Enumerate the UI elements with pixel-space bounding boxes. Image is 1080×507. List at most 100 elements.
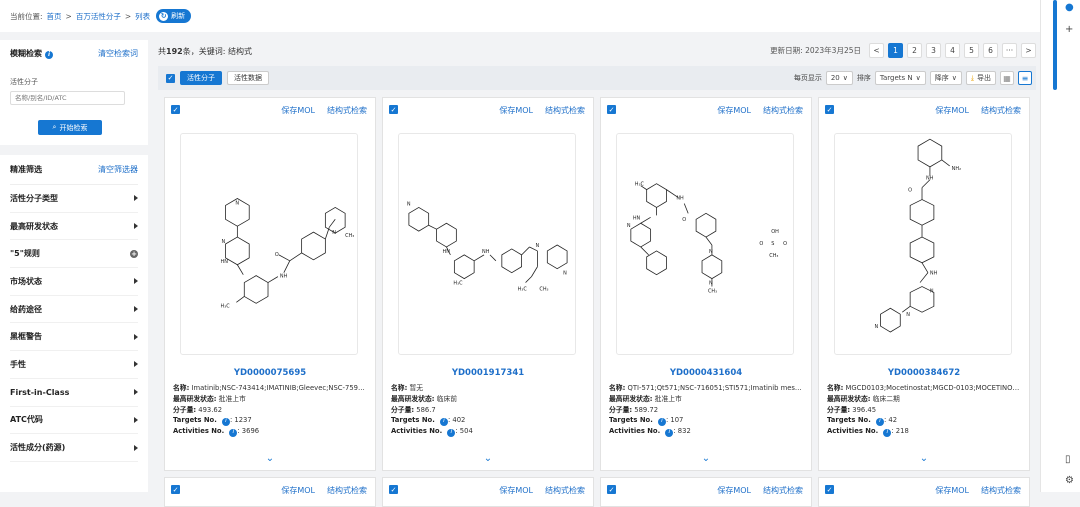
svg-text:CH₃: CH₃ xyxy=(345,233,354,239)
info-icon[interactable]: i xyxy=(883,428,892,437)
card-checkbox[interactable]: ✓ xyxy=(825,485,834,494)
clear-filter-link[interactable]: 清空筛选器 xyxy=(98,164,138,175)
page-1-button[interactable]: 1 xyxy=(888,43,903,58)
info-icon[interactable]: i xyxy=(229,428,238,437)
structure-search-link[interactable]: 结构式检索 xyxy=(327,485,367,496)
svg-text:N: N xyxy=(563,271,567,277)
expand-chevron-icon[interactable]: ⌄ xyxy=(819,453,1029,464)
save-mol-link[interactable]: 保存MOL xyxy=(935,105,969,116)
structure-search-link[interactable]: 结构式检索 xyxy=(981,105,1021,116)
page-prev-button[interactable]: < xyxy=(869,43,884,58)
filter-item-first-in-class[interactable]: First-in-Class xyxy=(10,379,138,407)
filter-item-type[interactable]: 活性分子类型 xyxy=(10,185,138,213)
grid-view-icon[interactable]: ▦ xyxy=(1000,71,1014,85)
structure-search-link[interactable]: 结构式检索 xyxy=(763,485,803,496)
breadcrumb-molecules[interactable]: 百万活性分子 xyxy=(76,11,121,22)
list-view-icon[interactable]: ≡ xyxy=(1018,71,1032,85)
save-mol-link[interactable]: 保存MOL xyxy=(499,105,533,116)
add-icon[interactable]: + xyxy=(1065,24,1073,35)
svg-text:NH: NH xyxy=(676,196,684,202)
card-checkbox[interactable]: ✓ xyxy=(389,485,398,494)
structure-search-link[interactable]: 结构式检索 xyxy=(545,485,585,496)
molecule-id-link[interactable]: YD0000075695 xyxy=(165,368,375,378)
save-mol-link[interactable]: 保存MOL xyxy=(717,485,751,496)
card-checkbox[interactable]: ✓ xyxy=(607,485,616,494)
save-mol-link[interactable]: 保存MOL xyxy=(717,105,751,116)
sort-order-select[interactable]: 降序 ∨ xyxy=(929,71,962,85)
filter-item-source[interactable]: 活性成分(药源) xyxy=(10,434,138,462)
svg-text:HN: HN xyxy=(633,215,641,221)
filter-item-status[interactable]: 最高研发状态 xyxy=(10,213,138,241)
svg-text:N: N xyxy=(930,288,934,294)
molecule-status: 临床二期 xyxy=(872,394,900,403)
structure-search-link[interactable]: 结构式检索 xyxy=(327,105,367,116)
save-mol-link[interactable]: 保存MOL xyxy=(935,485,969,496)
card-checkbox[interactable]: ✓ xyxy=(607,105,616,114)
card-checkbox[interactable]: ✓ xyxy=(171,485,180,494)
save-mol-link[interactable]: 保存MOL xyxy=(499,485,533,496)
svg-text:O: O xyxy=(682,217,686,223)
structure-search-link[interactable]: 结构式检索 xyxy=(763,105,803,116)
molecule-structure-4: NH₂ NH O NH N N N xyxy=(875,138,961,333)
select-all-checkbox[interactable]: ✓ xyxy=(166,73,175,83)
card-checkbox[interactable]: ✓ xyxy=(171,105,180,114)
svg-text:H₃C: H₃C xyxy=(635,182,645,188)
structure-search-link[interactable]: 结构式检索 xyxy=(981,485,1021,496)
chevron-right-icon xyxy=(134,223,138,230)
info-icon[interactable]: i xyxy=(665,428,674,437)
sidebar-toggle-icon[interactable]: ▯ xyxy=(1065,454,1071,465)
svg-text:CH₃: CH₃ xyxy=(769,253,778,259)
save-mol-link[interactable]: 保存MOL xyxy=(281,485,315,496)
page-3-button[interactable]: 3 xyxy=(926,43,941,58)
start-search-button[interactable]: ⌕ 开始检索 xyxy=(38,120,102,135)
filter-item-chirality[interactable]: 手性 xyxy=(10,351,138,379)
info-icon[interactable]: i xyxy=(657,417,666,426)
fuzzy-search-box: 模糊检索i 清空检索词 活性分子 ⌕开始检索 xyxy=(0,40,148,145)
breadcrumb-home[interactable]: 首页 xyxy=(47,11,62,22)
tab-molecules[interactable]: 活性分子 xyxy=(180,71,222,85)
tab-activity-data[interactable]: 活性数据 xyxy=(227,71,269,85)
card-checkbox[interactable]: ✓ xyxy=(389,105,398,114)
info-icon[interactable]: i xyxy=(447,428,456,437)
filter-item-rule5[interactable]: "5"规则 + xyxy=(10,240,138,269)
page-6-button[interactable]: 6 xyxy=(983,43,998,58)
scrollbar[interactable] xyxy=(1053,0,1057,90)
export-button[interactable]: ⤓ 导出 xyxy=(965,71,996,85)
info-icon[interactable]: i xyxy=(875,417,884,426)
expand-chevron-icon[interactable]: ⌄ xyxy=(383,453,593,464)
breadcrumb-list[interactable]: 列表 xyxy=(135,11,150,22)
page-next-button[interactable]: > xyxy=(1021,43,1036,58)
expand-chevron-icon[interactable]: ⌄ xyxy=(601,453,811,464)
precise-filter-title: 精准筛选 xyxy=(10,165,42,174)
chevron-down-icon: ∨ xyxy=(915,74,921,82)
structure-search-link[interactable]: 结构式检索 xyxy=(545,105,585,116)
filter-item-blackbox[interactable]: 黑框警告 xyxy=(10,323,138,352)
per-page-select[interactable]: 20 ∨ xyxy=(825,71,853,85)
page-4-button[interactable]: 4 xyxy=(945,43,960,58)
card-checkbox[interactable]: ✓ xyxy=(825,105,834,114)
sort-label: 排序 xyxy=(856,74,871,82)
molecule-id-link[interactable]: YD0000431604 xyxy=(601,368,811,378)
page-5-button[interactable]: 5 xyxy=(964,43,979,58)
results-area: 共 192 条，关键词: 结构式 更新日期: 2023年3月25日 < 1 2 3 … xyxy=(158,40,1038,507)
outlook-icon[interactable]: ● xyxy=(1065,2,1074,13)
breadcrumb: 当前位置: 首页 > 百万活性分子 > 列表 ↻ 刷新 xyxy=(0,0,1040,32)
filter-item-route[interactable]: 给药途径 xyxy=(10,296,138,324)
refresh-button[interactable]: ↻ 刷新 xyxy=(156,9,192,23)
expand-chevron-icon[interactable]: ⌄ xyxy=(165,453,375,464)
info-icon[interactable]: i xyxy=(439,417,448,426)
page-more-button[interactable]: ··· xyxy=(1002,43,1017,58)
info-icon[interactable]: i xyxy=(45,50,53,59)
page-2-button[interactable]: 2 xyxy=(907,43,922,58)
sort-field-select[interactable]: Targets N ∨ xyxy=(874,71,926,85)
save-mol-link[interactable]: 保存MOL xyxy=(281,105,315,116)
filter-item-market[interactable]: 市场状态 xyxy=(10,268,138,296)
info-icon[interactable]: i xyxy=(221,417,230,426)
molecule-id-link[interactable]: YD0001917341 xyxy=(383,368,593,378)
search-input[interactable] xyxy=(10,91,125,105)
chevron-right-icon xyxy=(134,306,138,313)
filter-item-atc[interactable]: ATC代码 xyxy=(10,407,138,435)
clear-search-link[interactable]: 清空检索词 xyxy=(98,48,138,59)
molecule-id-link[interactable]: YD0000384672 xyxy=(819,368,1029,378)
gear-icon[interactable]: ⚙ xyxy=(1065,475,1074,486)
